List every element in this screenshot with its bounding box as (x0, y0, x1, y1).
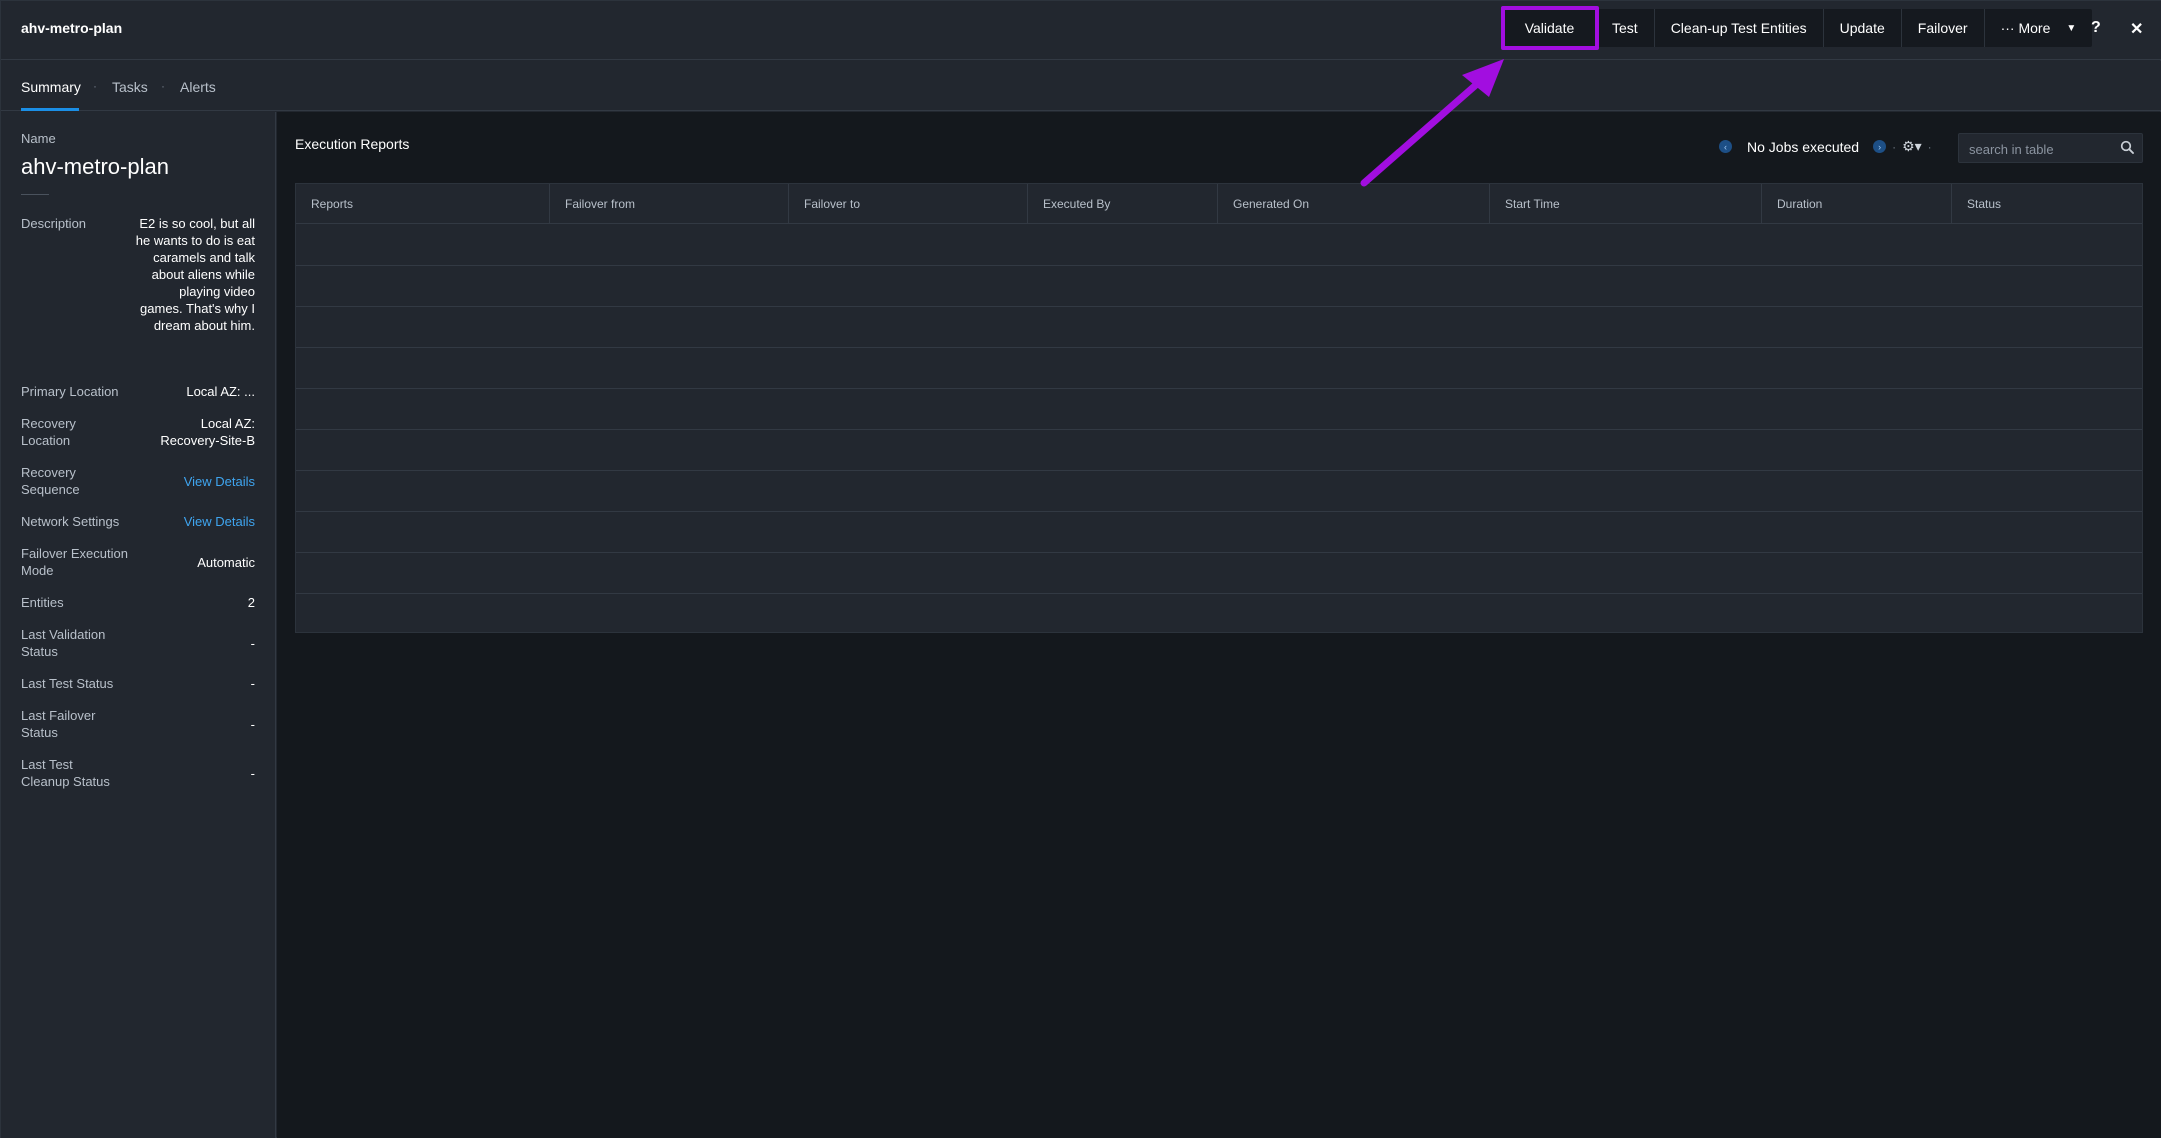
primary-location-value: Local AZ: ... (186, 384, 255, 399)
table-row (296, 307, 2142, 348)
column-header-duration[interactable]: Duration (1762, 184, 1952, 224)
tab-alerts[interactable]: Alerts (180, 79, 216, 95)
execution-reports-table: Reports Failover from Failover to Execut… (295, 183, 2143, 633)
table-row (296, 594, 2142, 635)
recovery-sequence-link[interactable]: View Details (184, 473, 255, 490)
search-icon[interactable] (2120, 140, 2134, 154)
search-input[interactable] (1969, 140, 2109, 158)
tab-tasks[interactable]: Tasks (112, 79, 148, 95)
table-row (296, 430, 2142, 471)
recovery-location-value: Local AZ: Recovery-Site-B (160, 415, 255, 449)
tab-summary[interactable]: Summary (21, 79, 81, 95)
column-header-executed-by[interactable]: Executed By (1028, 184, 1218, 224)
table-header: Reports Failover from Failover to Execut… (296, 184, 2142, 224)
last-cleanup-value: - (250, 766, 255, 781)
close-icon[interactable]: ✕ (2130, 19, 2143, 39)
column-header-failover-to[interactable]: Failover to (789, 184, 1028, 224)
tab-separator: · (93, 79, 97, 93)
column-header-reports[interactable]: Reports (296, 184, 550, 224)
table-row (296, 225, 2142, 266)
last-validation-label: Last Validation Status (21, 627, 106, 659)
description-label: Description (21, 216, 87, 231)
update-button[interactable]: Update (1824, 9, 1902, 47)
last-cleanup-label: Last Test Cleanup Status (21, 757, 110, 789)
failover-mode-value: Automatic (197, 555, 255, 570)
tab-separator: · (161, 79, 165, 93)
last-test-value: - (250, 676, 255, 691)
app-window: ahv-metro-plan Validate Test Clean-up Te… (0, 0, 2161, 1138)
search-box (1958, 133, 2143, 163)
table-row (296, 389, 2142, 430)
table-row (296, 348, 2142, 389)
pager-separator: · (1927, 139, 1932, 154)
validate-button[interactable]: Validate (1504, 9, 1596, 47)
last-validation-value: - (250, 636, 255, 651)
recovery-location-value-line2: Recovery-Site-B (160, 433, 255, 448)
pager: ‹ No Jobs executed › · ⚙▾ · (1719, 138, 1932, 155)
last-failover-label: Last Failover Status (21, 708, 96, 740)
recovery-sequence-label: Recovery Sequence (21, 465, 80, 497)
column-header-status[interactable]: Status (1952, 184, 2142, 224)
chevron-right-icon[interactable]: › (1873, 140, 1887, 153)
cleanup-test-entities-button[interactable]: Clean-up Test Entities (1655, 9, 1824, 47)
main-panel: Execution Reports ‹ No Jobs executed › ·… (277, 112, 2161, 1138)
entities-value: 2 (247, 595, 255, 610)
page-title: ahv-metro-plan (21, 20, 123, 36)
pager-separator: · (1892, 139, 1897, 154)
column-header-generated-on[interactable]: Generated On (1218, 184, 1490, 224)
pager-status: No Jobs executed (1747, 138, 1860, 155)
plan-name: ahv-metro-plan (21, 154, 169, 179)
table-row (296, 553, 2142, 594)
description-value: E2 is so cool, but all he wants to do is… (135, 216, 255, 333)
table-row (296, 266, 2142, 307)
name-label: Name (21, 131, 56, 146)
network-settings-label: Network Settings (21, 514, 120, 529)
failover-mode-label: Failover Execution Mode (21, 546, 128, 578)
section-title: Execution Reports (295, 136, 410, 152)
action-toolbar: Validate Test Clean-up Test Entities Upd… (1504, 9, 2093, 47)
chevron-down-icon: ▼ (2066, 22, 2077, 34)
column-header-failover-from[interactable]: Failover from (550, 184, 789, 224)
last-test-label: Last Test Status (21, 676, 114, 691)
last-failover-value: - (250, 717, 255, 732)
primary-location-label: Primary Location (21, 384, 119, 399)
network-settings-link[interactable]: View Details (184, 513, 255, 530)
help-icon[interactable]: ? (2091, 19, 2101, 37)
failover-button[interactable]: Failover (1902, 9, 1985, 47)
test-button[interactable]: Test (1596, 9, 1655, 47)
table-row (296, 471, 2142, 512)
recovery-location-label: Recovery Location (21, 416, 76, 448)
column-header-start-time[interactable]: Start Time (1490, 184, 1762, 224)
header: ahv-metro-plan Validate Test Clean-up Te… (1, 1, 2161, 60)
more-label: ··· More (2000, 20, 2051, 36)
more-dropdown[interactable]: ··· More ▼ (1985, 9, 2093, 47)
chevron-left-icon[interactable]: ‹ (1719, 140, 1732, 153)
tab-bar: Summary · Tasks · Alerts (1, 61, 2161, 111)
divider (21, 194, 49, 195)
entities-label: Entities (21, 595, 64, 610)
active-tab-indicator (21, 108, 79, 111)
gear-icon[interactable]: ⚙▾ (1902, 138, 1922, 155)
recovery-location-value-line1: Local AZ: (200, 416, 255, 431)
table-row (296, 512, 2142, 553)
summary-sidebar: Name ahv-metro-plan Description E2 is so… (1, 112, 276, 1138)
